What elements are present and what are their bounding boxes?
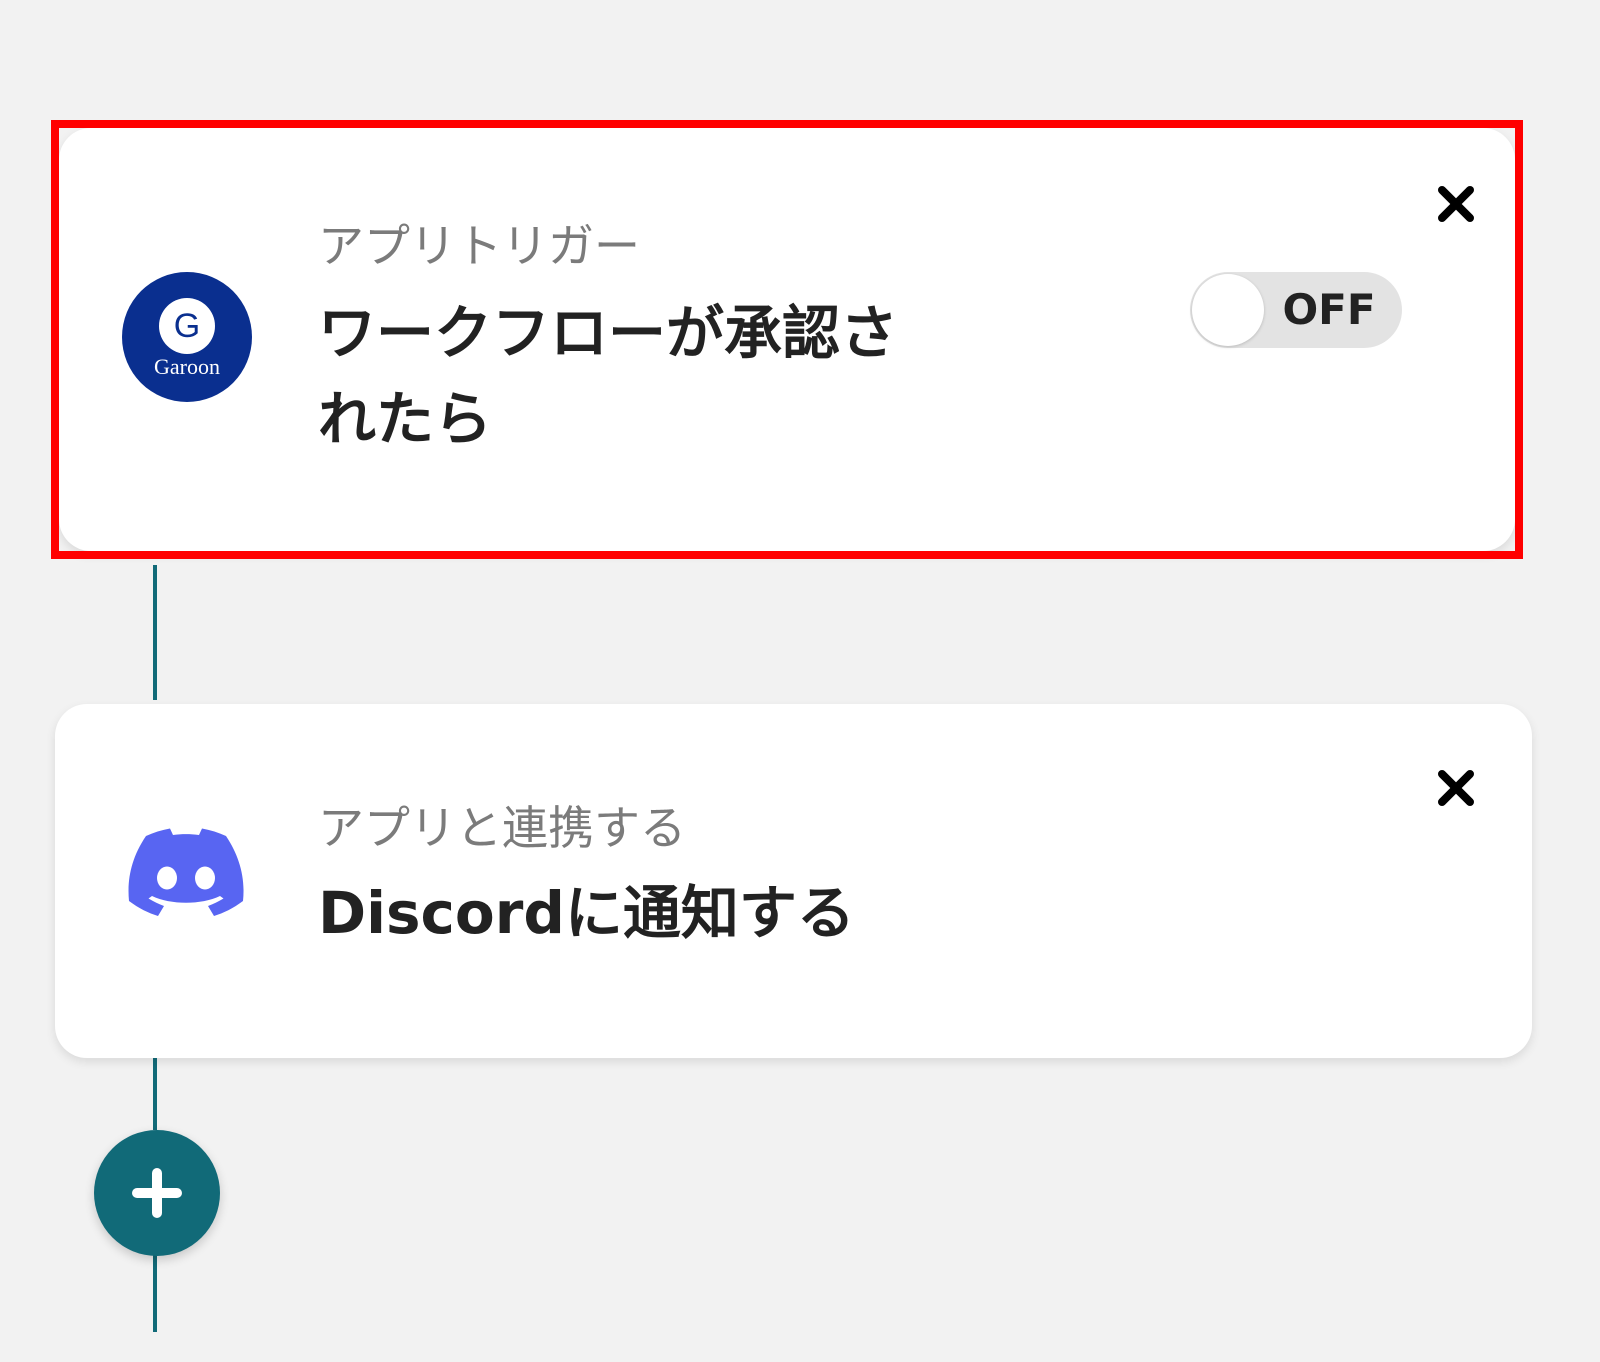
flow-connector-line: [153, 565, 157, 700]
trigger-step-close-button[interactable]: [1426, 174, 1486, 234]
garoon-app-icon: G Garoon: [122, 272, 252, 402]
flow-connector-line: [153, 1254, 157, 1332]
close-icon: [1438, 186, 1474, 222]
trigger-step-title[interactable]: ワークフローが承認されたら: [318, 290, 918, 462]
toggle-knob: [1192, 274, 1264, 346]
plus-icon: [132, 1168, 182, 1218]
close-icon: [1438, 770, 1474, 806]
garoon-logo-text: Garoon: [154, 354, 220, 379]
add-step-button[interactable]: [94, 1130, 220, 1256]
action-step-close-button[interactable]: [1426, 758, 1486, 818]
discord-app-icon: [128, 828, 244, 924]
flow-connector-line: [153, 1058, 157, 1130]
trigger-step-category: アプリトリガー: [318, 219, 640, 273]
discord-logo-icon: [128, 828, 244, 916]
garoon-logo-letter: G: [159, 298, 215, 354]
trigger-toggle-switch[interactable]: OFF: [1190, 272, 1402, 348]
action-step-category: アプリと連携する: [318, 801, 686, 855]
toggle-label: OFF: [1282, 285, 1376, 334]
action-step-title[interactable]: Discordに通知する: [318, 870, 855, 956]
